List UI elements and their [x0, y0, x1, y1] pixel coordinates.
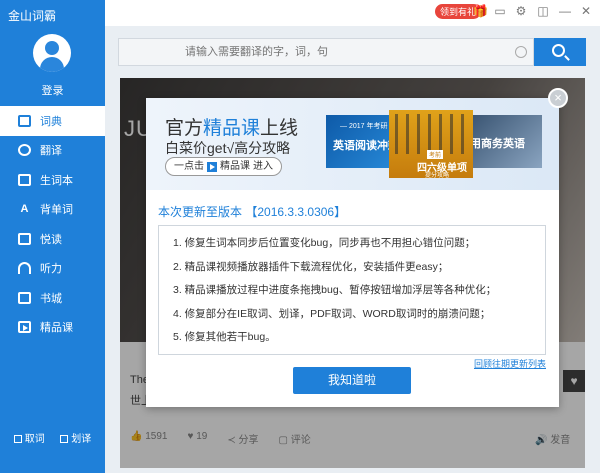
message-icon[interactable]: ▭ — [493, 4, 507, 18]
gear-icon[interactable]: ⚙ — [514, 4, 528, 18]
sidebar-item-listening[interactable]: 听力 — [0, 254, 105, 284]
sidebar-item-recite[interactable]: A 背单词 — [0, 195, 105, 225]
translate-icon — [18, 144, 31, 157]
promo-cet[interactable]: 考前 四六级单项 提分攻略 — [389, 110, 473, 179]
history-clock-icon[interactable] — [515, 46, 527, 58]
app-title: 金山词霸 — [8, 9, 57, 23]
sidebar-item-label: 书城 — [40, 292, 62, 305]
notebook-icon — [18, 173, 31, 186]
update-dialog: 官方精品课上线 白菜价get√高分攻略 一点击 精品课 进入 — 2017 年考… — [146, 98, 559, 407]
release-note: 5. 修复其他若干bug。 — [173, 331, 276, 343]
course-banner[interactable]: 官方精品课上线 白菜价get√高分攻略 一点击 精品课 进入 — 2017 年考… — [146, 98, 559, 190]
checkbox-icon — [13, 435, 22, 443]
login-link[interactable]: 登录 — [0, 82, 105, 98]
headphone-icon — [18, 262, 31, 275]
version-heading: 本次更新至版本 【2016.3.3.0306】 — [158, 205, 347, 219]
book-icon — [18, 114, 31, 127]
search-bar — [118, 38, 586, 66]
sidebar-item-label: 精品课 — [40, 322, 73, 335]
sidebar-item-label: 听力 — [40, 263, 62, 276]
close-icon: × — [554, 90, 562, 105]
search-icon — [552, 44, 565, 57]
release-note: 3. 精品课播放过程中进度条拖拽bug、暂停按钮增加浮层等各种优化； — [173, 284, 497, 296]
play-icon — [207, 161, 217, 172]
sidebar: 金山词霸 登录 词典 翻译 生词本 A 背单词 悦读 听力 书城 精品课 取词 … — [0, 0, 105, 473]
fetch-word-toggle[interactable]: 取词 — [13, 430, 45, 445]
reading-icon — [18, 232, 31, 245]
sidebar-item-course[interactable]: 精品课 — [0, 313, 105, 343]
release-note: 4. 修复部分在IE取词、划译，PDF取词、WORD取词时的崩溃问题； — [173, 307, 491, 320]
search-button[interactable] — [534, 38, 586, 66]
sidebar-item-reading[interactable]: 悦读 — [0, 224, 105, 254]
close-icon[interactable]: ✕ — [579, 4, 593, 18]
sidebar-item-label: 词典 — [40, 115, 62, 128]
sidebar-item-label: 悦读 — [40, 233, 62, 246]
minimize-icon[interactable]: — — [558, 4, 572, 18]
sidebar-item-dictionary[interactable]: 词典 — [0, 106, 105, 136]
enter-course-button[interactable]: 一点击 精品课 进入 — [165, 157, 282, 176]
sidebar-item-wordbook[interactable]: 生词本 — [0, 165, 105, 195]
top-bar: 领到有礼 🎁 ▭ ⚙ ◫ — ✕ — [105, 0, 600, 26]
release-note: 2. 精品课视频播放器插件下载流程优化，安装插件更easy； — [173, 260, 449, 273]
banner-title: 官方精品课上线 — [165, 118, 299, 139]
banner-subtitle: 白菜价get√高分攻略 — [165, 140, 291, 156]
sidebar-footer: 取词 划译 — [0, 430, 105, 445]
ok-button[interactable]: 我知道啦 — [293, 367, 411, 394]
bookstore-icon — [18, 291, 31, 304]
promo-business[interactable]: 用商务英语 — [464, 115, 542, 168]
sidebar-item-bookstore[interactable]: 书城 — [0, 283, 105, 313]
course-play-icon — [18, 321, 31, 334]
flashcard-icon: A — [20, 203, 29, 216]
release-notes: 1. 修复生词本同步后位置变化bug，同步再也不用担心错位问题； 2. 精品课视… — [158, 225, 546, 355]
avatar[interactable] — [33, 34, 71, 72]
sidebar-item-label: 翻译 — [40, 145, 62, 158]
search-input[interactable] — [118, 38, 534, 66]
gift-icon[interactable]: 🎁 — [473, 4, 488, 18]
dialog-close-button[interactable]: × — [548, 88, 568, 108]
sidebar-item-translate[interactable]: 翻译 — [0, 136, 105, 166]
history-link[interactable]: 回顾往期更新列表 — [474, 357, 546, 370]
checkbox-icon — [60, 435, 69, 443]
sidebar-item-label: 背单词 — [40, 204, 73, 217]
minimize-mini-icon[interactable]: ◫ — [536, 4, 550, 18]
sidebar-nav: 词典 翻译 生词本 A 背单词 悦读 听力 书城 精品课 — [0, 106, 105, 342]
sidebar-item-label: 生词本 — [40, 174, 73, 187]
release-note: 1. 修复生词本同步后位置变化bug，同步再也不用担心错位问题； — [173, 237, 476, 249]
select-translate-toggle[interactable]: 划译 — [60, 430, 91, 445]
